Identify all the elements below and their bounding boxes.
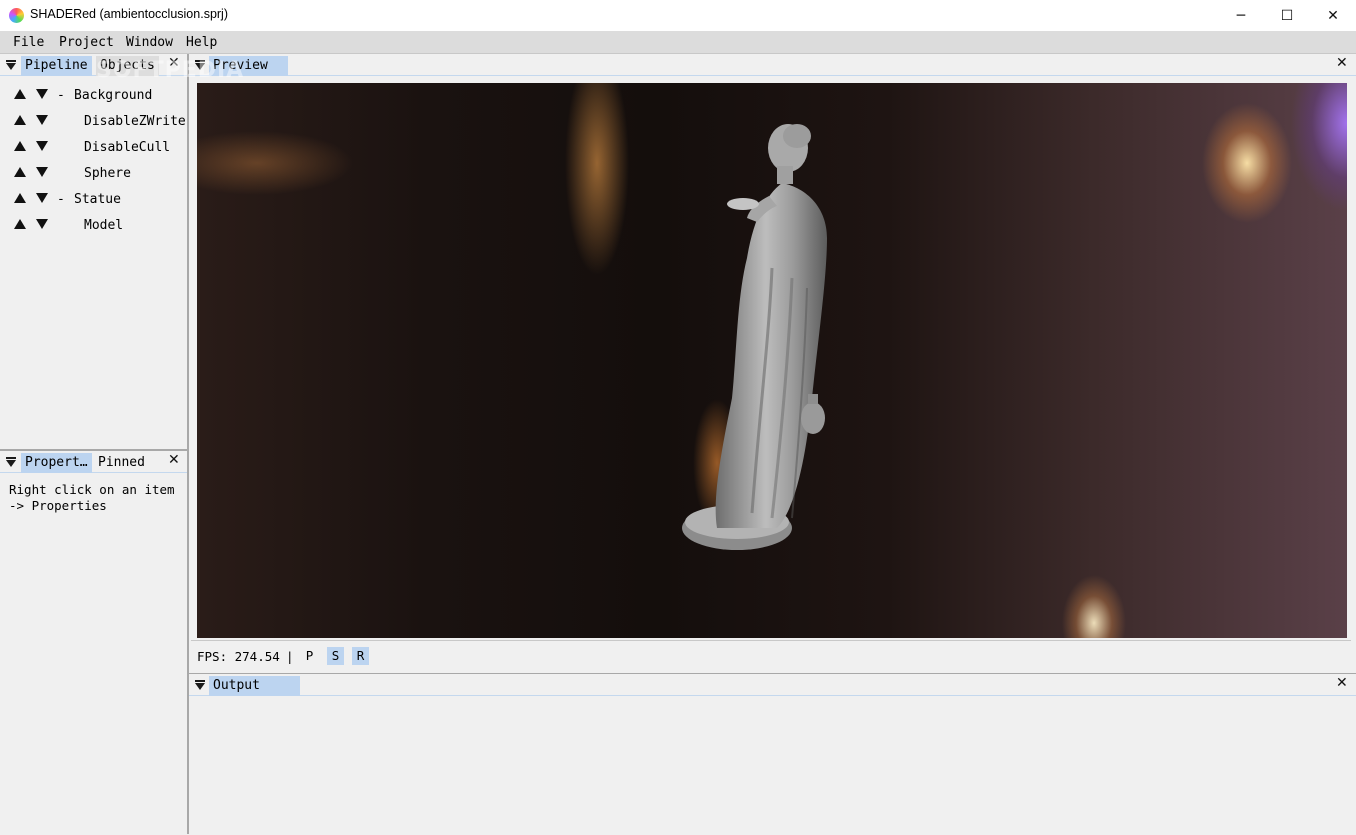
- collapse-icon[interactable]: [195, 683, 205, 690]
- app-logo-icon: [9, 8, 24, 23]
- collapse-icon-bar: [6, 60, 16, 62]
- window-title: SHADERed (ambientocclusion.sprj): [30, 7, 228, 21]
- pipeline-panel: Pipeline Objects ✕ - Background DisableZ…: [0, 54, 187, 449]
- pipeline-item-statue[interactable]: - Statue: [0, 186, 186, 212]
- menu-file[interactable]: File: [13, 35, 44, 50]
- pause-toggle-button[interactable]: P: [301, 647, 318, 665]
- move-up-icon[interactable]: [14, 115, 26, 125]
- close-output-icon[interactable]: ✕: [1336, 675, 1348, 691]
- preview-status-bar: FPS: 274.54 | P S R: [191, 640, 1351, 671]
- pipeline-item-label: Sphere: [84, 166, 131, 181]
- move-up-icon[interactable]: [14, 219, 26, 229]
- close-window-button[interactable]: ✕: [1310, 0, 1356, 31]
- move-down-icon[interactable]: [36, 115, 48, 125]
- tree-collapse-marker[interactable]: -: [57, 192, 65, 207]
- tab-preview[interactable]: Preview: [209, 56, 288, 76]
- status-separator: |: [286, 649, 294, 664]
- tab-pipeline[interactable]: Pipeline: [21, 56, 92, 76]
- reset-toggle-button[interactable]: R: [352, 647, 369, 665]
- collapse-icon-bar: [6, 457, 16, 459]
- menu-window[interactable]: Window: [126, 35, 173, 50]
- move-down-icon[interactable]: [36, 219, 48, 229]
- move-down-icon[interactable]: [36, 89, 48, 99]
- close-pipeline-icon[interactable]: ✕: [168, 55, 180, 71]
- tree-collapse-marker[interactable]: -: [57, 88, 65, 103]
- maximize-button[interactable]: ☐: [1264, 0, 1310, 31]
- move-down-icon[interactable]: [36, 141, 48, 151]
- title-bar: SHADERed (ambientocclusion.sprj) ─ ☐ ✕: [0, 0, 1356, 32]
- pipeline-item-sphere[interactable]: Sphere: [0, 160, 186, 186]
- move-up-icon[interactable]: [14, 141, 26, 151]
- pipeline-item-label: Background: [74, 88, 153, 103]
- close-properties-icon[interactable]: ✕: [168, 452, 180, 468]
- properties-hint: Right click on an item -> Properties: [9, 482, 175, 513]
- collapse-icon[interactable]: [6, 460, 16, 467]
- close-preview-icon[interactable]: ✕: [1336, 55, 1348, 71]
- menu-help[interactable]: Help: [186, 35, 217, 50]
- preview-viewport[interactable]: [197, 83, 1347, 638]
- output-panel: Output ✕: [189, 673, 1356, 835]
- move-up-icon[interactable]: [14, 167, 26, 177]
- collapse-icon[interactable]: [6, 63, 16, 70]
- menu-project[interactable]: Project: [59, 35, 114, 50]
- preview-tab-strip: Preview ✕: [189, 54, 1356, 76]
- tab-properties[interactable]: Propert…: [21, 453, 92, 473]
- collapse-icon-bar: [195, 60, 205, 62]
- collapse-icon-bar: [195, 680, 205, 682]
- move-up-icon[interactable]: [14, 193, 26, 203]
- move-down-icon[interactable]: [36, 167, 48, 177]
- output-tab-strip: Output ✕: [189, 674, 1356, 696]
- stats-toggle-button[interactable]: S: [327, 647, 344, 665]
- fps-counter: FPS: 274.54: [197, 649, 280, 664]
- tab-output[interactable]: Output: [209, 676, 300, 696]
- pipeline-tab-strip: Pipeline Objects ✕: [0, 54, 187, 76]
- collapse-icon[interactable]: [195, 63, 205, 70]
- pipeline-item-label: DisableCull: [84, 140, 171, 155]
- minimize-button[interactable]: ─: [1218, 0, 1264, 31]
- menu-bar: File Project Window Help: [0, 31, 1356, 54]
- pipeline-item-label: Model: [84, 218, 124, 233]
- properties-tab-strip: Propert… Pinned ✕: [0, 451, 187, 473]
- pipeline-item-background[interactable]: - Background: [0, 82, 186, 108]
- tab-pinned[interactable]: Pinned: [94, 453, 149, 473]
- tab-objects[interactable]: Objects: [96, 56, 159, 76]
- pipeline-item-disablecull[interactable]: DisableCull: [0, 134, 186, 160]
- pipeline-item-label: Statue: [74, 192, 121, 207]
- pipeline-item-disablezwrite[interactable]: DisableZWrite: [0, 108, 186, 134]
- pipeline-item-label: DisableZWrite: [84, 114, 186, 129]
- statue-model: [682, 124, 827, 550]
- move-down-icon[interactable]: [36, 193, 48, 203]
- move-up-icon[interactable]: [14, 89, 26, 99]
- pipeline-item-model[interactable]: Model: [0, 212, 186, 238]
